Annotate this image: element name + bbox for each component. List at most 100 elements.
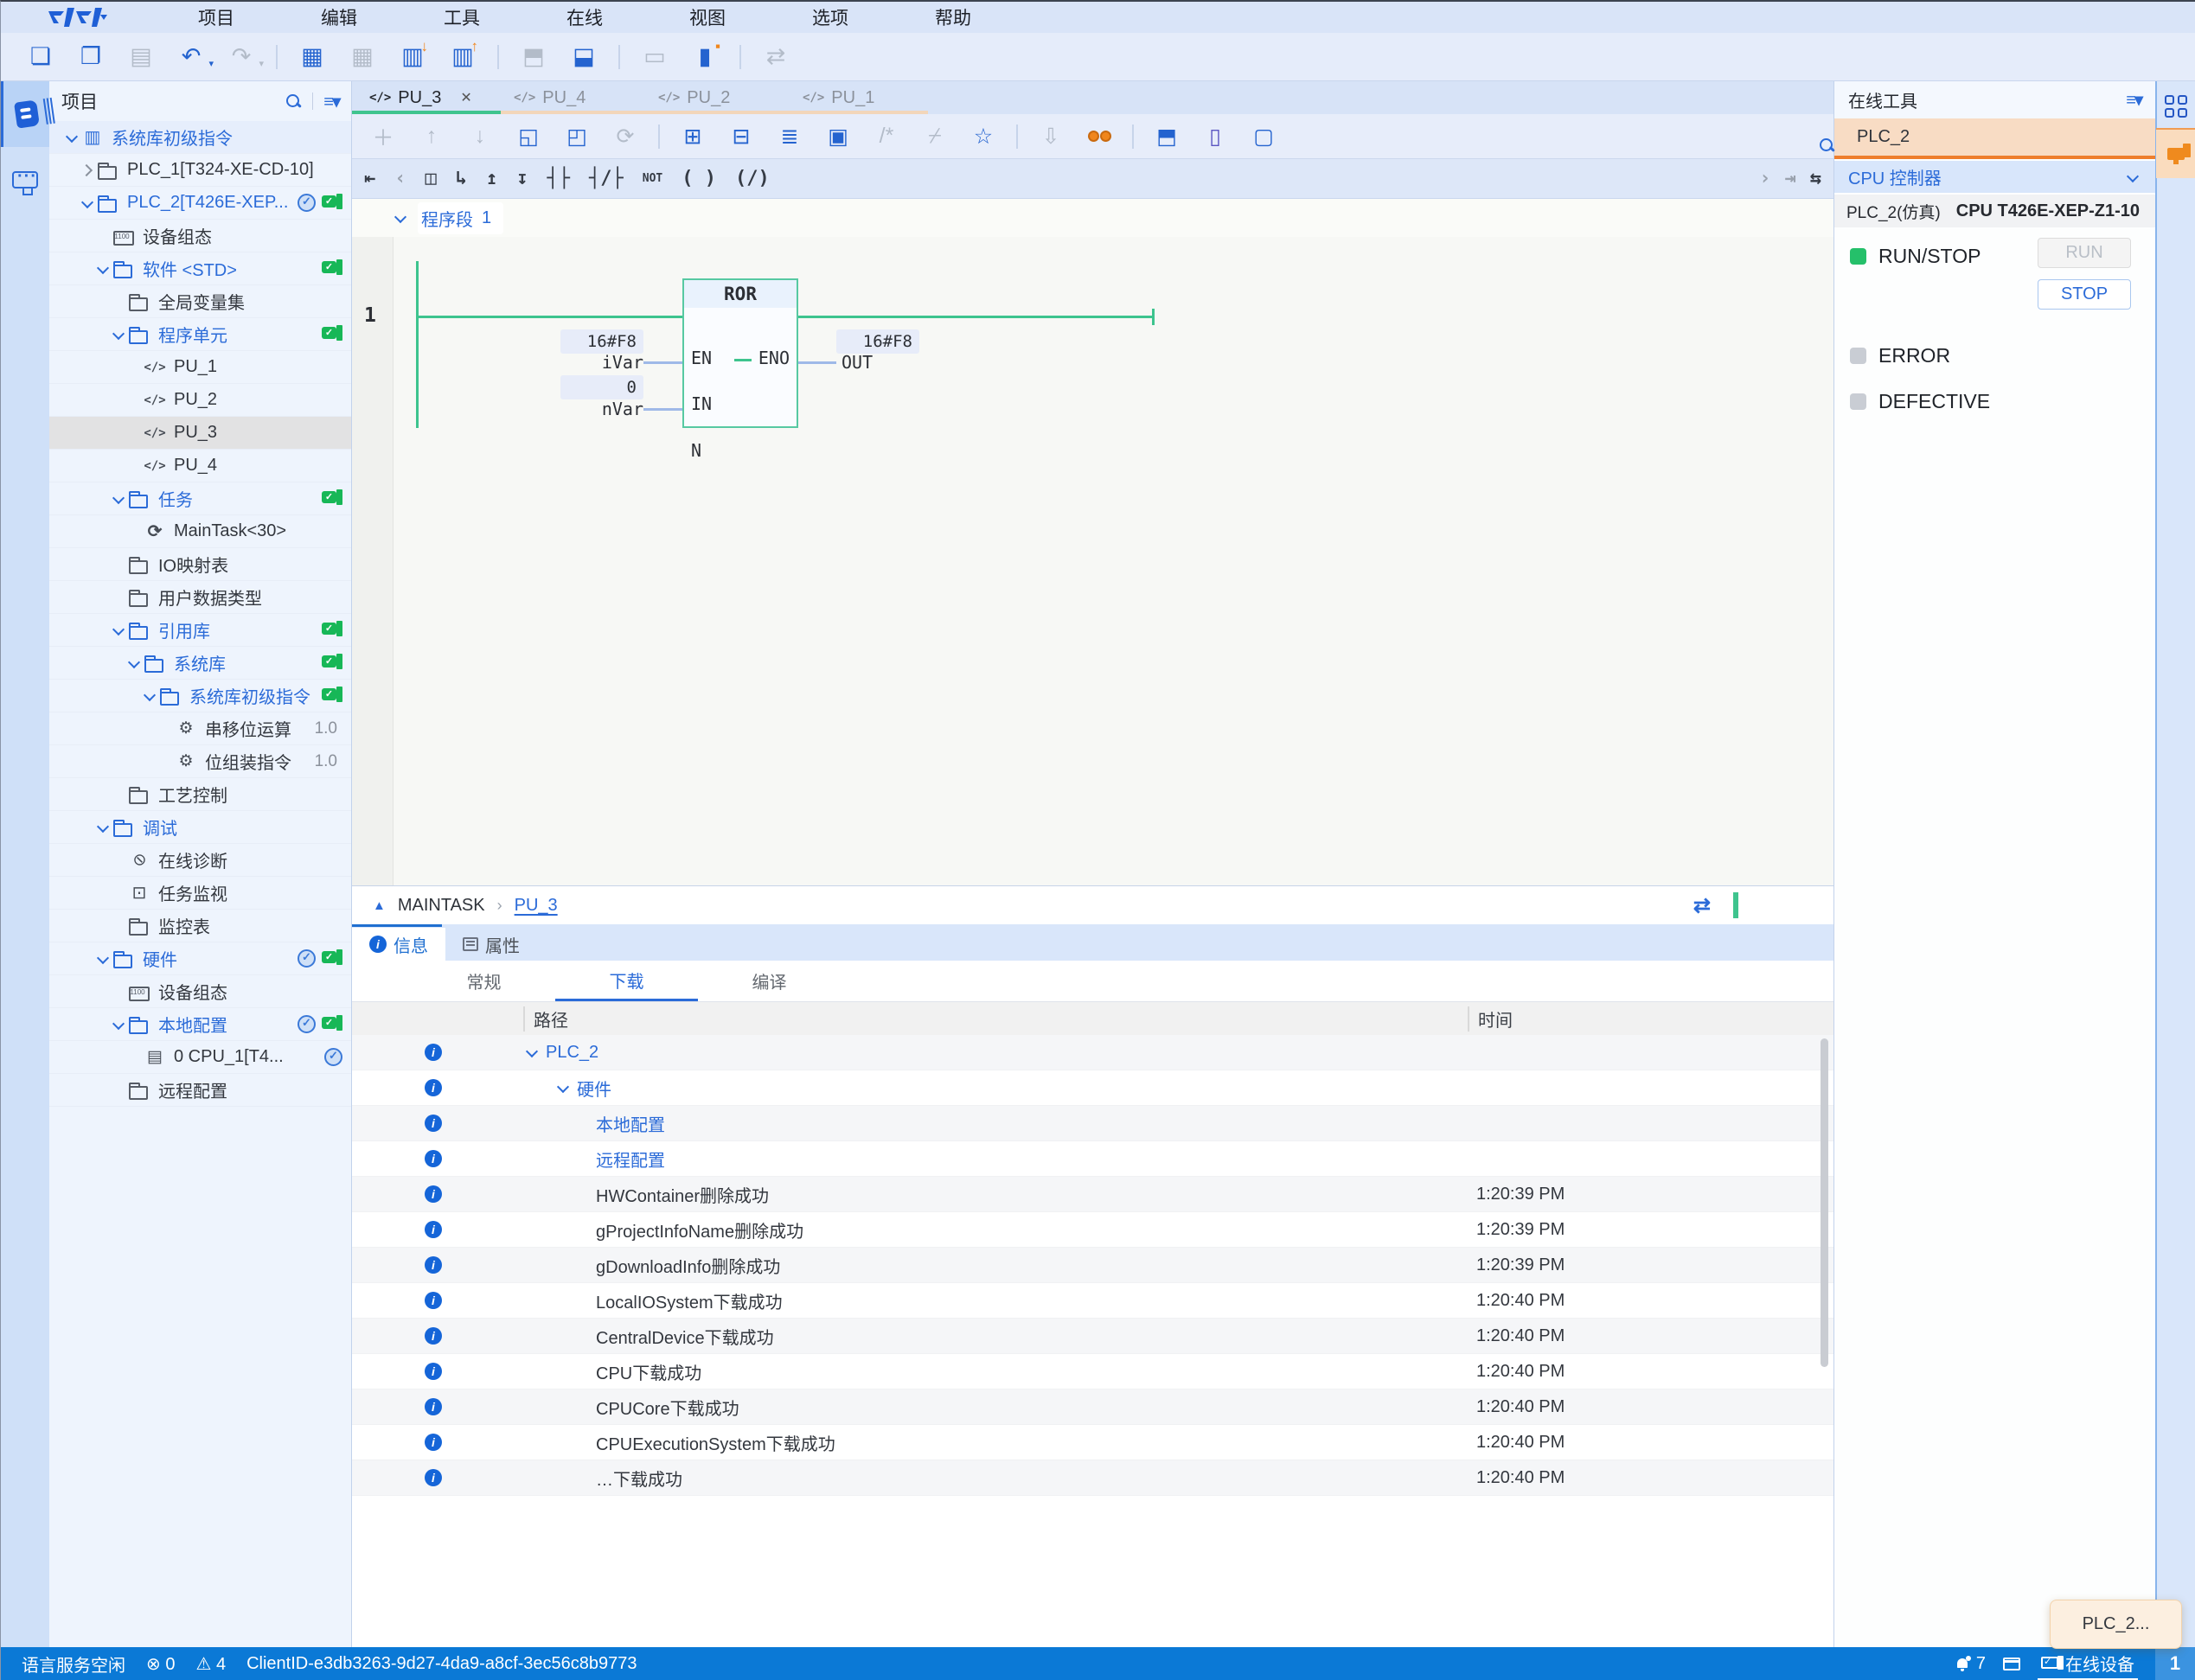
chevron-icon[interactable] — [523, 1044, 541, 1061]
toolbar-icon[interactable]: ▥ ↓ — [395, 42, 430, 73]
instruction-icon[interactable]: NOT — [643, 172, 662, 185]
notifications[interactable]: 7 — [1955, 1654, 1986, 1674]
tree-item[interactable]: PLC_2[T426E-XEP... — [49, 187, 351, 220]
tree-item[interactable]: 程序单元 — [49, 318, 351, 351]
tree-item[interactable]: 全局变量集 — [49, 285, 351, 318]
network-collapse-icon[interactable] — [392, 209, 409, 227]
log-row[interactable]: i gProjectInfoName删除成功 1:20:39 PM — [352, 1212, 1833, 1248]
editor-toolbar-icon[interactable]: ↑ — [414, 121, 449, 152]
log-row[interactable]: i 本地配置 — [352, 1106, 1833, 1141]
toolbar-icon[interactable]: ▥ ↑ — [445, 42, 480, 73]
tree-item[interactable]: 工艺控制 — [49, 778, 351, 811]
log-row[interactable]: i CentralDevice下载成功 1:20:40 PM — [352, 1319, 1833, 1354]
editor-tab[interactable]: </> PU_4 — [496, 81, 641, 114]
editor-toolbar-icon[interactable]: ⊟ — [724, 121, 758, 152]
tree-item[interactable]: 本地配置 — [49, 1008, 351, 1041]
collapse-panel-icon[interactable]: ▲ — [373, 898, 386, 913]
tree-item[interactable]: PU_3 — [49, 417, 351, 450]
editor-toolbar-icon[interactable]: ⟳ — [608, 121, 643, 152]
menu-item[interactable]: 帮助 — [892, 4, 1014, 30]
toolbar-icon[interactable] — [739, 45, 741, 69]
editor-toolbar-icon[interactable] — [658, 125, 660, 149]
log-sub-tab[interactable]: 下载 — [555, 961, 698, 1001]
instruction-icon[interactable]: ┤├ — [547, 168, 571, 189]
toolbar-icon[interactable]: ❐ — [74, 42, 108, 73]
warning-count[interactable]: ⚠ 4 — [195, 1653, 226, 1675]
breadcrumb-task[interactable]: MAINTASK — [398, 896, 485, 916]
column-path[interactable]: 路径 — [523, 1006, 568, 1032]
online-device-count[interactable]: 1 — [2155, 1647, 2195, 1680]
search-icon[interactable] — [285, 93, 302, 110]
online-device-group[interactable]: 在线设备 — [2038, 1647, 2138, 1680]
out-pin-label[interactable]: OUT — [842, 352, 873, 373]
editor-toolbar-icon[interactable]: ≣ — [772, 121, 807, 152]
instruction-icon[interactable]: ‹ — [394, 168, 406, 189]
editor-tab[interactable]: </> PU_1 — [785, 81, 930, 114]
menu-item[interactable]: 编辑 — [278, 4, 400, 30]
device-popup[interactable]: PLC_2... — [2050, 1600, 2182, 1649]
toolbar-icon[interactable]: ❏ — [23, 42, 58, 73]
editor-toolbar-icon[interactable]: ↓ — [463, 121, 497, 152]
tree-item[interactable]: 任务监视 — [49, 877, 351, 910]
sort-filter-icon[interactable]: ≡▾ — [2126, 89, 2141, 111]
tree-item[interactable]: 调试 — [49, 811, 351, 844]
tree-item[interactable]: 监控表 — [49, 910, 351, 942]
log-row[interactable]: i 硬件 — [352, 1070, 1833, 1106]
toolbar-icon[interactable] — [276, 45, 278, 69]
instruction-icon[interactable]: › — [1759, 168, 1770, 189]
log-row[interactable]: i HWContainer删除成功 1:20:39 PM — [352, 1177, 1833, 1212]
toolbar-icon[interactable]: ▮ ▪ — [688, 42, 722, 73]
log-row[interactable]: i gDownloadInfo删除成功 1:20:39 PM — [352, 1248, 1833, 1283]
n-var-label[interactable]: nVar — [548, 399, 643, 419]
ladder-canvas[interactable]: 程序段 1 1 16#F8 iVar 0 — [352, 199, 1833, 885]
editor-toolbar-icon[interactable] — [1132, 125, 1134, 149]
tree-item[interactable]: 远程配置 — [49, 1074, 351, 1107]
instruction-icon[interactable]: ┤/├ — [589, 168, 624, 189]
instruction-icon[interactable]: ◫ — [426, 168, 437, 189]
menu-item[interactable]: 选项 — [769, 4, 892, 30]
network-label-box[interactable]: 程序段 1 — [418, 202, 503, 234]
log-sub-tab[interactable]: 常规 — [413, 961, 555, 1001]
column-time[interactable]: 时间 — [1468, 1006, 1513, 1032]
stop-button[interactable]: STOP — [2038, 279, 2131, 310]
editor-toolbar-icon[interactable]: ⬒ — [1149, 121, 1184, 152]
instruction-icon[interactable]: (/) — [735, 168, 770, 189]
log-row[interactable]: i …下载成功 1:20:40 PM — [352, 1460, 1833, 1496]
in-value-badge[interactable]: 16#F8 — [560, 329, 643, 354]
menu-item[interactable]: 项目 — [155, 4, 278, 30]
toolbar-icon[interactable]: ↷ ▾ — [224, 42, 259, 73]
chevron-icon[interactable] — [110, 1016, 127, 1033]
in-var-label[interactable]: iVar — [548, 352, 643, 373]
log-row[interactable]: i LocalIOSystem下载成功 1:20:40 PM — [352, 1283, 1833, 1319]
editor-toolbar-icon[interactable]: /* — [869, 121, 904, 152]
sort-filter-icon[interactable]: ≡▾ — [323, 91, 339, 112]
editor-tab[interactable]: </> PU_2 — [641, 81, 785, 114]
cpu-controller-section[interactable]: CPU 控制器 — [1834, 161, 2155, 193]
toolbar-icon[interactable]: ▤ — [124, 42, 158, 73]
tree-item[interactable]: 设备组态 — [49, 975, 351, 1008]
editor-toolbar-icon[interactable]: ⌿ — [918, 121, 952, 152]
scrollbar-thumb[interactable] — [1821, 1038, 1828, 1367]
instruction-icon[interactable]: ⇥ — [1785, 168, 1796, 189]
error-count[interactable]: ⊗ 0 — [146, 1653, 175, 1675]
tree-item[interactable]: PU_2 — [49, 384, 351, 417]
info-tab[interactable]: i 信息 — [352, 928, 445, 961]
instruction-icon[interactable]: ⇤ — [364, 168, 375, 189]
function-block-ror[interactable]: ROR EN ENO IN N — [682, 278, 798, 428]
close-icon[interactable]: ✕ — [460, 89, 471, 106]
editor-toolbar-icon[interactable]: ＋ — [366, 121, 400, 152]
editor-toolbar-icon[interactable]: ▢ — [1246, 121, 1281, 152]
chevron-icon[interactable] — [110, 622, 127, 639]
tree-item[interactable]: PLC_1[T324-XE-CD-10] — [49, 154, 351, 187]
editor-toolbar-icon[interactable]: ◰ — [560, 121, 594, 152]
tree-item[interactable]: PU_1 — [49, 351, 351, 384]
toolbar-icon[interactable]: ⬒ — [516, 42, 551, 73]
chevron-icon[interactable] — [110, 326, 127, 343]
editor-toolbar-icon[interactable]: ☆ — [966, 121, 1001, 152]
editor-toolbar-icon[interactable]: ▯ — [1198, 121, 1232, 152]
chevron-icon[interactable] — [141, 687, 158, 705]
n-value-badge[interactable]: 0 — [560, 375, 643, 399]
swap-panel-icon[interactable]: ⇄ — [1693, 893, 1711, 918]
tree-item[interactable]: 系统库初级指令 — [49, 121, 351, 154]
log-sub-tab[interactable]: 编译 — [698, 961, 841, 1001]
